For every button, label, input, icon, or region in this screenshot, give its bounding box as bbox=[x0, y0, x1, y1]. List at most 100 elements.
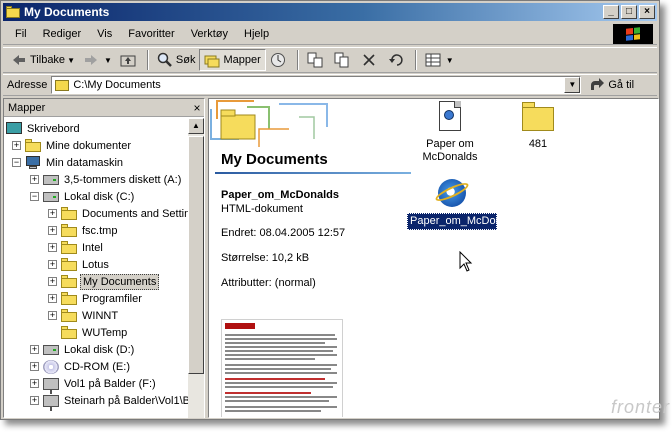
close-icon[interactable]: × bbox=[190, 101, 204, 115]
watermark-logo: fronter bbox=[610, 397, 670, 417]
open-folder-icon bbox=[61, 275, 77, 288]
chevron-down-icon[interactable]: ▼ bbox=[446, 56, 454, 65]
folders-pane-header: Mapper × bbox=[4, 99, 204, 117]
chevron-down-icon[interactable]: ▼ bbox=[564, 77, 581, 93]
expand-icon[interactable]: + bbox=[48, 209, 57, 218]
hard-drive-icon bbox=[43, 191, 59, 202]
move-to-icon bbox=[307, 52, 323, 68]
close-button[interactable]: × bbox=[639, 5, 655, 19]
tree-item-desktop[interactable]: Skrivebord bbox=[6, 120, 82, 137]
menu-tools[interactable]: Verktøy bbox=[183, 28, 236, 40]
move-to-button[interactable] bbox=[303, 49, 330, 71]
expand-icon[interactable]: + bbox=[48, 260, 57, 269]
desktop-icon bbox=[6, 121, 22, 136]
scrollbar-thumb[interactable] bbox=[188, 136, 204, 374]
selected-file-modified: Endret: 08.04.2005 12:57 bbox=[221, 227, 346, 239]
file-item-paper-om-mcdonalds[interactable]: Paper om McDonalds bbox=[405, 101, 495, 165]
file-label: Paper om McDonalds bbox=[422, 138, 478, 163]
file-item-481[interactable]: 481 bbox=[493, 101, 583, 152]
chevron-down-icon[interactable]: ▼ bbox=[67, 56, 75, 65]
scroll-up-icon[interactable]: ▲ bbox=[188, 118, 204, 134]
address-input[interactable]: C:\My Documents ▼ bbox=[51, 76, 582, 94]
expand-icon[interactable]: + bbox=[30, 396, 39, 405]
selected-file-type: HTML-dokument bbox=[221, 203, 303, 215]
file-label: 481 bbox=[528, 138, 548, 150]
tree-item-vol1-balder[interactable]: + Vol1 på Balder (F:) bbox=[30, 375, 158, 394]
menu-view[interactable]: Vis bbox=[89, 28, 120, 40]
expand-icon[interactable]: + bbox=[30, 345, 39, 354]
folders-icon bbox=[204, 52, 220, 68]
tree-item-programfiler[interactable]: + Programfiler bbox=[48, 290, 144, 307]
toolbar: Tilbake ▼ ▼ Søk Mapper ▼ bbox=[3, 47, 657, 73]
tree-item-my-documents[interactable]: + Mine dokumenter bbox=[12, 137, 133, 154]
menu-favorites[interactable]: Favoritter bbox=[120, 28, 182, 40]
up-folder-button[interactable] bbox=[116, 49, 143, 71]
file-item-paper-om-mcdonalds-html[interactable]: Paper_om_McDonalds bbox=[407, 177, 522, 230]
file-label: Paper_om_McDonalds bbox=[407, 213, 522, 230]
delete-button[interactable] bbox=[357, 49, 384, 71]
expand-icon[interactable]: + bbox=[48, 226, 57, 235]
expand-icon[interactable]: + bbox=[48, 277, 57, 286]
tree-item-documents-and-settings[interactable]: + Documents and Settings bbox=[48, 205, 188, 222]
tree-item-cd-rom[interactable]: + CD-ROM (E:) bbox=[30, 358, 132, 375]
folder-icon bbox=[61, 241, 77, 254]
history-button[interactable] bbox=[266, 49, 293, 71]
folders-button[interactable]: Mapper bbox=[199, 49, 266, 71]
tree-item-my-computer[interactable]: − Min datamaskin bbox=[12, 154, 125, 171]
hard-drive-icon bbox=[43, 344, 59, 355]
history-icon bbox=[270, 52, 286, 68]
search-label: Søk bbox=[175, 54, 196, 66]
back-button[interactable]: Tilbake ▼ bbox=[7, 49, 79, 71]
document-icon bbox=[434, 101, 466, 133]
delete-icon bbox=[361, 52, 377, 68]
folder-title: My Documents bbox=[221, 151, 328, 168]
maximize-button[interactable]: □ bbox=[621, 5, 637, 19]
search-button[interactable]: Søk bbox=[153, 49, 200, 71]
folder-icon bbox=[61, 309, 77, 322]
menu-bar: Fil Rediger Vis Favoritter Verktøy Hjelp bbox=[3, 23, 657, 45]
folders-pane: Mapper × Skrivebord + Mine dokumenter − … bbox=[3, 98, 205, 418]
tree-item-steinarh-balder[interactable]: + Steinarh på Balder\Vol1\Brukere bbox=[30, 392, 188, 411]
forward-button[interactable]: ▼ bbox=[79, 49, 116, 71]
collapse-icon[interactable]: − bbox=[30, 192, 39, 201]
go-button[interactable]: Gå til bbox=[589, 77, 634, 93]
minimize-button[interactable]: _ bbox=[603, 5, 619, 19]
folder-tree: Skrivebord + Mine dokumenter − Min datam… bbox=[4, 118, 188, 418]
toolbar-separator bbox=[296, 50, 299, 70]
tree-item-intel[interactable]: + Intel bbox=[48, 239, 105, 256]
expand-icon[interactable]: + bbox=[48, 311, 57, 320]
folder-icon bbox=[61, 258, 77, 271]
chevron-down-icon[interactable]: ▼ bbox=[104, 56, 112, 65]
tree-item-lotus[interactable]: + Lotus bbox=[48, 256, 111, 273]
expand-icon[interactable]: + bbox=[30, 379, 39, 388]
back-arrow-icon bbox=[11, 52, 27, 68]
webview-banner-art bbox=[210, 100, 328, 147]
expand-icon[interactable]: + bbox=[48, 243, 57, 252]
copy-to-button[interactable] bbox=[330, 49, 357, 71]
tree-item-winnt[interactable]: + WINNT bbox=[48, 307, 120, 324]
undo-button[interactable] bbox=[384, 49, 411, 71]
tree-item-wutemp[interactable]: WUTemp bbox=[48, 324, 129, 341]
selected-file-attributes: Attributter: (normal) bbox=[221, 277, 316, 289]
menu-help[interactable]: Hjelp bbox=[236, 28, 277, 40]
expand-icon[interactable]: + bbox=[30, 175, 39, 184]
menu-edit[interactable]: Rediger bbox=[35, 28, 90, 40]
network-drive-icon bbox=[43, 377, 59, 394]
tree-item-floppy[interactable]: + 3,5-tommers diskett (A:) bbox=[30, 171, 183, 188]
tree-item-local-disk-c[interactable]: − Lokal disk (C:) bbox=[30, 188, 136, 205]
collapse-icon[interactable]: − bbox=[12, 158, 21, 167]
selected-file-size: Størrelse: 10,2 kB bbox=[221, 252, 310, 264]
address-bar: Adresse C:\My Documents ▼ Gå til bbox=[3, 74, 657, 96]
menu-file[interactable]: Fil bbox=[7, 28, 35, 40]
floppy-drive-icon bbox=[43, 174, 59, 185]
folder-tree-scrollbar[interactable]: ▲ bbox=[188, 118, 204, 418]
title-bar[interactable]: My Documents _ □ × bbox=[3, 3, 657, 21]
tree-item-fsc-tmp[interactable]: + fsc.tmp bbox=[48, 222, 119, 239]
tree-item-my-documents-c[interactable]: + My Documents bbox=[48, 273, 160, 290]
expand-icon[interactable]: + bbox=[30, 362, 39, 371]
tree-item-local-disk-d[interactable]: + Lokal disk (D:) bbox=[30, 341, 136, 358]
expand-icon[interactable]: + bbox=[12, 141, 21, 150]
document-preview-thumbnail bbox=[221, 319, 343, 417]
views-button[interactable]: ▼ bbox=[421, 49, 458, 71]
expand-icon[interactable]: + bbox=[48, 294, 57, 303]
